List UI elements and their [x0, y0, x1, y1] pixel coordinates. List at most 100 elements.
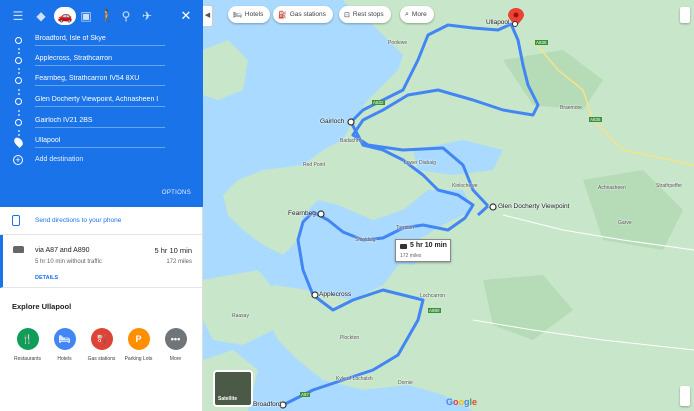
- add-icon[interactable]: +: [13, 155, 23, 165]
- category-label: Hotels: [57, 356, 72, 362]
- small-place-label: Torridon: [396, 225, 415, 231]
- satellite-label: Satellite: [218, 396, 238, 402]
- small-place-label: Dornie: [398, 380, 413, 386]
- more-icon: •••: [164, 328, 187, 350]
- road-label: A87: [300, 392, 311, 397]
- rest-stop-icon: ⊡: [344, 11, 350, 19]
- best-icon[interactable]: ◆: [33, 8, 49, 24]
- stop-item[interactable]: Gairloch IV21 2BS: [0, 114, 203, 132]
- small-place-label: Lochcarron: [420, 293, 446, 299]
- stop-item[interactable]: Broadford, Isle of Skye: [0, 32, 203, 50]
- chip-label: More: [411, 11, 427, 18]
- category-restaurants[interactable]: 🍴 Restaurants: [9, 328, 46, 373]
- car-icon: [13, 246, 24, 253]
- parking-icon: P: [127, 328, 150, 350]
- small-place-label: Badachro: [340, 138, 362, 144]
- place-label[interactable]: Ullapool: [486, 19, 510, 26]
- map-terrain: [203, 0, 694, 411]
- chip-hotels[interactable]: 🛏 Hotels: [228, 6, 271, 23]
- map-canvas[interactable]: [203, 0, 694, 411]
- category-hotels[interactable]: 🛏 Hotels: [46, 328, 83, 373]
- small-place-label: Plockton: [340, 335, 360, 341]
- chip-rest-stops[interactable]: ⊡ Rest stops: [339, 6, 391, 23]
- directions-panel: ☰ ◆ 🚗 ▣ 🚶 ⚲ ✈ ✕ Broadford, Isle of Skye …: [0, 0, 203, 411]
- road-label: A890: [428, 308, 441, 313]
- details-button[interactable]: DETAILS: [35, 275, 58, 281]
- stop-label[interactable]: Glen Docherty Viewpoint, Achnasheen I: [35, 96, 165, 107]
- small-place-label: Kinlochewe: [452, 183, 478, 189]
- destination-pin-icon: [12, 135, 25, 149]
- collapse-panel-button[interactable]: ◀: [203, 5, 213, 27]
- place-label[interactable]: Glen Docherty Viewpoint: [498, 203, 569, 210]
- restaurant-icon: 🍴: [16, 328, 39, 350]
- phone-icon: [12, 215, 20, 226]
- small-place-label: Achnasheen: [598, 185, 626, 191]
- small-place-label: Raasay: [232, 313, 249, 319]
- stop-item[interactable]: Glen Docherty Viewpoint, Achnasheen I: [0, 93, 203, 111]
- chip-label: Rest stops: [352, 11, 384, 18]
- stop-label[interactable]: Fearnbeg, Strathcarron IV54 8XU: [35, 75, 165, 86]
- explore-categories: 🍴 Restaurants 🛏 Hotels ⛽ Gas stations P …: [0, 328, 203, 373]
- stop-dot-icon: [15, 57, 22, 64]
- road-label: A835: [589, 117, 602, 122]
- small-place-label: Kyle of Lochalsh: [336, 376, 373, 382]
- travel-mode-bar: ☰ ◆ 🚗 ▣ 🚶 ⚲ ✈ ✕: [0, 0, 203, 32]
- satellite-toggle[interactable]: Satellite: [213, 370, 253, 407]
- category-parking[interactable]: P Parking Lots: [120, 328, 157, 373]
- category-label: More: [169, 356, 182, 362]
- category-gas-stations[interactable]: ⛽ Gas stations: [83, 328, 120, 373]
- small-place-label: Lower Diabaig: [404, 160, 436, 166]
- hotel-icon: 🛏: [233, 11, 242, 19]
- route-option[interactable]: via A87 and A890 5 hr 10 min 5 hr 10 min…: [0, 235, 203, 288]
- drive-icon[interactable]: 🚗: [54, 7, 76, 25]
- stop-item[interactable]: Ullapool: [0, 134, 203, 152]
- stop-label[interactable]: Gairloch IV21 2BS: [35, 117, 165, 128]
- flight-icon[interactable]: ✈: [139, 8, 155, 24]
- maps-app: ☰ ◆ 🚗 ▣ 🚶 ⚲ ✈ ✕ Broadford, Isle of Skye …: [0, 0, 694, 411]
- small-place-label: Garve: [618, 220, 632, 226]
- place-label[interactable]: Gairloch: [320, 118, 344, 125]
- place-label[interactable]: Broadford: [253, 401, 282, 408]
- stop-label[interactable]: Applecross, Strathcarron: [35, 55, 165, 66]
- road-label: A835: [535, 40, 548, 45]
- send-to-phone-row[interactable]: Send directions to your phone: [0, 207, 203, 235]
- search-icon: ⌕: [405, 10, 409, 18]
- stop-item[interactable]: Applecross, Strathcarron: [0, 52, 203, 70]
- route-distance: 172 miles: [166, 259, 192, 265]
- route-via: via A87 and A890: [35, 247, 90, 254]
- stop-item[interactable]: Fearnbeg, Strathcarron IV54 8XU: [0, 72, 203, 90]
- stop-dot-icon: [15, 77, 22, 84]
- small-place-label: Shieldaig: [355, 237, 376, 243]
- category-more[interactable]: ••• More: [157, 328, 194, 373]
- close-icon[interactable]: ✕: [178, 8, 194, 24]
- route-traffic: 5 hr 10 min without traffic: [35, 259, 102, 265]
- stop-label[interactable]: Ullapool: [35, 137, 165, 148]
- send-to-phone-link[interactable]: Send directions to your phone: [35, 217, 121, 224]
- stop-dot-icon: [15, 119, 22, 126]
- stop-label[interactable]: Broadford, Isle of Skye: [35, 35, 165, 46]
- zoom-control[interactable]: [680, 386, 690, 406]
- small-place-label: Braemore: [560, 105, 582, 111]
- options-button[interactable]: OPTIONS: [162, 190, 191, 196]
- route-time-callout[interactable]: 5 hr 10 min 172 miles: [395, 239, 451, 262]
- road-label: A832: [372, 100, 385, 105]
- transit-icon[interactable]: ▣: [78, 8, 94, 24]
- add-destination-button[interactable]: Add destination: [35, 156, 83, 163]
- category-label: Restaurants: [14, 356, 41, 362]
- callout-distance: 172 miles: [400, 253, 422, 259]
- category-label: Gas stations: [87, 356, 116, 362]
- chip-gas-stations[interactable]: ⛽ Gas stations: [273, 6, 333, 23]
- google-logo: Google: [446, 397, 478, 407]
- stop-dot-icon: [15, 37, 22, 44]
- small-place-label: Strathpeffer: [656, 183, 683, 189]
- apps-icon[interactable]: [680, 7, 690, 23]
- hotel-icon: 🛏: [53, 328, 76, 350]
- chip-more[interactable]: ⌕ More: [400, 6, 434, 23]
- category-label: Parking Lots: [124, 356, 153, 362]
- walk-icon[interactable]: 🚶: [99, 8, 115, 24]
- gas-station-icon: ⛽: [278, 11, 287, 19]
- bicycle-icon[interactable]: ⚲: [118, 8, 134, 24]
- place-label[interactable]: Fearnbeg: [288, 210, 316, 217]
- place-label[interactable]: Applecross: [319, 291, 351, 298]
- menu-icon[interactable]: ☰: [10, 8, 26, 24]
